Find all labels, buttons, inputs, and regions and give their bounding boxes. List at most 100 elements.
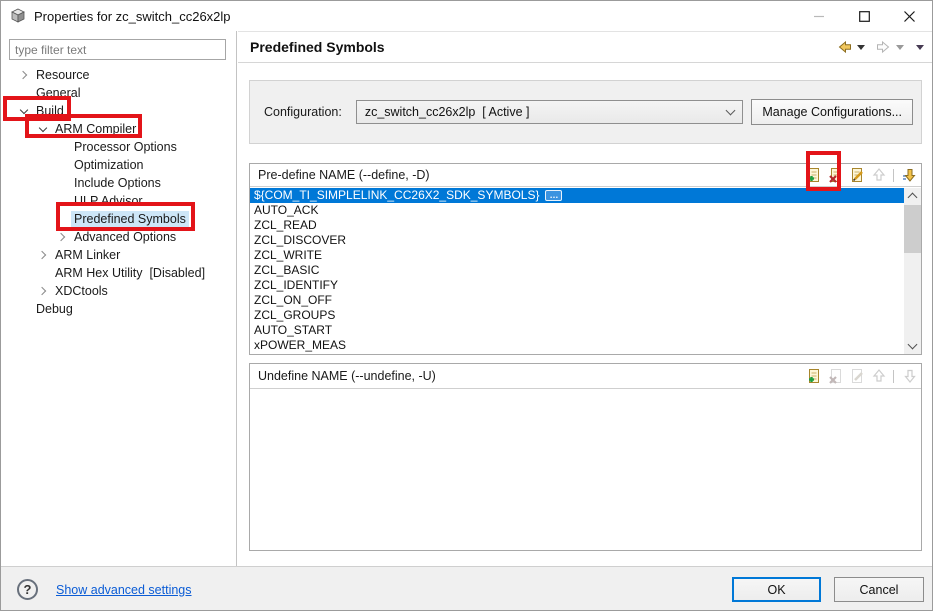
predefine-item[interactable]: ZCL_BASIC: [250, 263, 904, 278]
configuration-select[interactable]: zc_switch_cc26x2lp [ Active ]: [356, 100, 744, 124]
manage-configurations-button[interactable]: Manage Configurations...: [751, 99, 913, 125]
predefine-item[interactable]: ZCL_ON_OFF: [250, 293, 904, 308]
show-advanced-settings-link[interactable]: Show advanced settings: [56, 583, 192, 597]
predefine-scrollbar[interactable]: [904, 188, 921, 354]
close-button[interactable]: [887, 1, 932, 31]
window-title: Properties for zc_switch_cc26x2lp: [34, 9, 231, 24]
chevron-down-icon[interactable]: [15, 107, 33, 115]
predefine-item-text: xPOWER_MEAS: [254, 338, 346, 353]
delete-define-icon[interactable]: [826, 167, 843, 184]
move-down-icon: [900, 368, 917, 385]
tree-item-label: General: [33, 85, 83, 101]
undefine-toolbar: [804, 368, 917, 385]
properties-tree: Resource GeneralBuildARM Compiler Processo…: [1, 66, 236, 318]
predefine-item-text: AUTO_START: [254, 323, 332, 338]
page-header: Predefined Symbols: [238, 31, 933, 63]
edit-define-icon[interactable]: [848, 167, 865, 184]
cancel-button[interactable]: Cancel: [834, 577, 924, 602]
edit-undefine-icon: [848, 368, 865, 385]
undefine-label: Undefine NAME (--undefine, -U): [258, 369, 436, 383]
chevron-down-icon[interactable]: [34, 125, 52, 133]
tree-item-label: ARM Compiler: [52, 121, 139, 137]
predefine-item[interactable]: ZCL_READ: [250, 218, 904, 233]
tree-item-label: Include Options: [71, 175, 164, 191]
forward-history-dropdown-icon[interactable]: [896, 45, 904, 50]
tree-item-label: ARM Linker: [52, 247, 123, 263]
predefine-item-text: ZCL_READ: [254, 218, 317, 233]
move-up-icon: [870, 368, 887, 385]
predefine-item[interactable]: ZCL_GROUPS: [250, 308, 904, 323]
tree-item-label: Debug: [33, 301, 76, 317]
chevron-right-icon[interactable]: [53, 234, 71, 240]
predefine-item-text: ZCL_DISCOVER: [254, 233, 346, 248]
tree-item-ulp-advisor[interactable]: ULP Advisor: [1, 192, 236, 210]
filter-input[interactable]: [9, 39, 226, 60]
tree-item-optimization[interactable]: Optimization: [1, 156, 236, 174]
tree-item-label: ARM Hex Utility [Disabled]: [52, 265, 208, 281]
tree-item-processor-options[interactable]: Processor Options: [1, 138, 236, 156]
predefine-item-text: ZCL_ON_OFF: [254, 293, 332, 308]
tree-item-predefined-symbols[interactable]: Predefined Symbols: [1, 210, 236, 228]
tree-item-label: Resource: [33, 67, 93, 83]
predefine-item[interactable]: AUTO_START: [250, 323, 904, 338]
predefine-item[interactable]: ZCL_DISCOVER: [250, 233, 904, 248]
predefine-panel: Pre-define NAME (--define, -D): [249, 163, 922, 355]
tree-item-label: Processor Options: [71, 139, 180, 155]
history-navigation: [836, 39, 924, 55]
window-controls: [797, 1, 932, 31]
tree-item-advanced-options[interactable]: Advanced Options: [1, 228, 236, 246]
chevron-right-icon[interactable]: [34, 252, 52, 258]
predefine-item-text: ZCL_IDENTIFY: [254, 278, 338, 293]
move-down-icon[interactable]: [900, 167, 917, 184]
predefine-item[interactable]: xPOWER_MEAS: [250, 338, 904, 353]
predefine-item[interactable]: ZCL_WRITE: [250, 248, 904, 263]
maximize-button[interactable]: [842, 1, 887, 31]
tree-item-label: Optimization: [71, 157, 146, 173]
predefine-item-text: ZCL_BASIC: [254, 263, 319, 278]
predefine-item-text: ZCL_GROUPS: [254, 308, 335, 323]
help-icon[interactable]: ?: [17, 579, 38, 600]
back-arrow-icon[interactable]: [836, 39, 853, 55]
predefine-item-text: AUTO_ACK: [254, 203, 318, 218]
tree-item-arm-compiler[interactable]: ARM Compiler: [1, 120, 236, 138]
predefine-item-text: ZCL_WRITE: [254, 248, 322, 263]
predefine-item[interactable]: ${COM_TI_SIMPLELINK_CC26X2_SDK_SYMBOLS}…: [250, 188, 904, 203]
scroll-down-icon[interactable]: [904, 339, 921, 354]
tree-item-arm-linker[interactable]: ARM Linker: [1, 246, 236, 264]
forward-arrow-icon[interactable]: [875, 39, 892, 55]
properties-dialog: Properties for zc_switch_cc26x2lp Resour…: [0, 0, 933, 611]
chevron-right-icon[interactable]: [15, 72, 33, 78]
add-undefine-icon[interactable]: [804, 368, 821, 385]
back-history-dropdown-icon[interactable]: [857, 45, 865, 50]
tree-item-arm-hex-utility-disabled[interactable]: ARM Hex Utility [Disabled]: [1, 264, 236, 282]
tree-item-debug[interactable]: Debug: [1, 300, 236, 318]
tree-item-label: XDCtools: [52, 283, 111, 299]
tree-item-label: ULP Advisor: [71, 193, 146, 209]
tree-item-general[interactable]: General: [1, 84, 236, 102]
configuration-group: Configuration: zc_switch_cc26x2lp [ Acti…: [249, 80, 922, 144]
tree-item-xdctools[interactable]: XDCtools: [1, 282, 236, 300]
predefine-toolbar: [804, 167, 917, 184]
predefine-list: ${COM_TI_SIMPLELINK_CC26X2_SDK_SYMBOLS}……: [250, 188, 904, 354]
toolbar-separator: [893, 370, 894, 383]
scrollbar-thumb[interactable]: [904, 205, 921, 253]
minimize-button[interactable]: [797, 1, 842, 31]
tree-item-build[interactable]: Build: [1, 102, 236, 120]
tree-item-include-options[interactable]: Include Options: [1, 174, 236, 192]
ellipsis-edit-icon[interactable]: …: [545, 190, 562, 201]
chevron-right-icon[interactable]: [34, 288, 52, 294]
footer-buttons: OK Cancel: [732, 577, 924, 602]
undefine-panel: Undefine NAME (--undefine, -U): [249, 363, 922, 551]
scroll-up-icon[interactable]: [904, 188, 921, 203]
predefine-item[interactable]: ZCL_IDENTIFY: [250, 278, 904, 293]
page-title: Predefined Symbols: [250, 39, 385, 55]
predefine-item[interactable]: AUTO_ACK: [250, 203, 904, 218]
tree-item-resource[interactable]: Resource: [1, 66, 236, 84]
ok-button[interactable]: OK: [732, 577, 821, 602]
view-menu-icon[interactable]: [916, 45, 924, 50]
tree-item-label: Predefined Symbols: [71, 211, 189, 227]
tree-item-label: Advanced Options: [71, 229, 179, 245]
chevron-down-icon: [726, 106, 736, 116]
add-define-icon[interactable]: [804, 167, 821, 184]
undefine-header: Undefine NAME (--undefine, -U): [250, 364, 921, 389]
